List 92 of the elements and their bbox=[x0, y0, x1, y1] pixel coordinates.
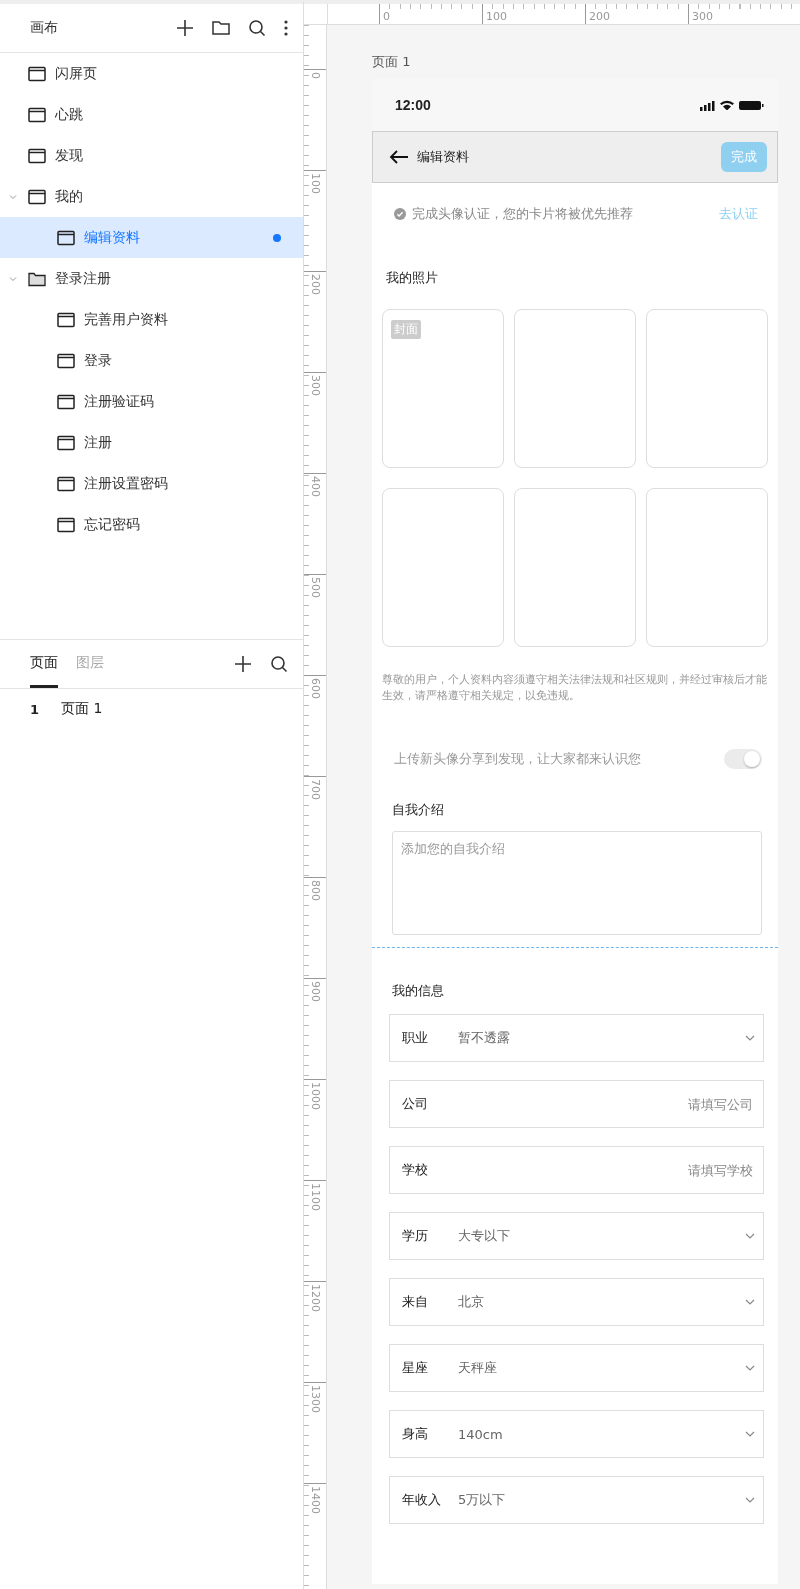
page-icon bbox=[57, 516, 75, 533]
status-time: 12:00 bbox=[395, 97, 431, 113]
page-icon bbox=[57, 393, 75, 410]
ruler-label: 1100 bbox=[309, 1183, 321, 1211]
toggle-label: 上传新头像分享到发现，让大家都来认识您 bbox=[394, 750, 641, 768]
chevron-down-icon bbox=[745, 1497, 755, 1503]
chevron-down-icon bbox=[745, 1299, 755, 1305]
wifi-icon bbox=[720, 100, 734, 110]
ruler-label: 600 bbox=[309, 678, 321, 699]
folder-icon bbox=[28, 270, 46, 287]
battery-icon bbox=[739, 100, 764, 110]
search-icon[interactable] bbox=[269, 654, 289, 674]
ruler-label: 0 bbox=[309, 72, 321, 79]
tree-item[interactable]: 心跳 bbox=[0, 94, 303, 135]
rules-text: 尊敬的用户，个人资料内容须遵守相关法律法规和社区规则，并经过审核后才能生效，请严格遵守相关规定，以免违规。 bbox=[382, 672, 768, 703]
select-field[interactable]: 学历 大专以下 bbox=[389, 1212, 764, 1260]
panel-tab[interactable]: 页面 bbox=[30, 640, 58, 688]
tree-item[interactable]: 登录注册 bbox=[0, 258, 303, 299]
check-circle-icon bbox=[394, 208, 406, 220]
section-title: 自我介绍 bbox=[391, 801, 445, 819]
status-dot bbox=[273, 233, 281, 242]
page-icon bbox=[28, 188, 46, 205]
tree-item[interactable]: 登录 bbox=[0, 340, 303, 381]
ruler-label: 200 bbox=[309, 274, 321, 295]
page-icon bbox=[57, 229, 75, 246]
more-icon[interactable] bbox=[283, 18, 289, 38]
select-field[interactable]: 星座 天秤座 bbox=[389, 1344, 764, 1392]
add-icon[interactable] bbox=[233, 654, 253, 674]
tree-item[interactable]: 完善用户资料 bbox=[0, 299, 303, 340]
chevron-down-icon bbox=[745, 1365, 755, 1371]
tree-item[interactable]: 忘记密码 bbox=[0, 504, 303, 545]
ruler-label: 700 bbox=[309, 779, 321, 800]
tree-item[interactable]: 编辑资料 bbox=[0, 217, 303, 258]
tree-item[interactable]: 注册 bbox=[0, 422, 303, 463]
ruler-label: 100 bbox=[309, 173, 321, 194]
select-field[interactable]: 身高 140cm bbox=[389, 1410, 764, 1458]
select-field[interactable]: 职业 暂不透露 bbox=[389, 1014, 764, 1062]
ruler-label: 500 bbox=[309, 577, 321, 598]
chevron-down-icon bbox=[745, 1035, 755, 1041]
field-label: 学校 bbox=[402, 1161, 429, 1179]
page-icon bbox=[28, 147, 46, 164]
page-label: 页面 1 bbox=[372, 53, 412, 71]
ruler-label: 400 bbox=[309, 476, 321, 497]
add-icon[interactable] bbox=[175, 18, 195, 38]
tree-item[interactable]: 注册验证码 bbox=[0, 381, 303, 422]
ruler-label: 300 bbox=[692, 10, 713, 24]
ruler-label: 1000 bbox=[309, 1082, 321, 1110]
tree-item[interactable]: 闪屏页 bbox=[0, 53, 303, 94]
ruler-label: 800 bbox=[309, 880, 321, 901]
tree-item[interactable]: 注册设置密码 bbox=[0, 463, 303, 504]
select-field[interactable]: 来自 北京 bbox=[389, 1278, 764, 1326]
chevron-down-icon bbox=[745, 1233, 755, 1239]
panel-title: 画布 bbox=[30, 19, 58, 37]
ruler-label: 100 bbox=[486, 10, 507, 24]
photo-slot[interactable] bbox=[514, 309, 636, 468]
section-title: 我的照片 bbox=[385, 269, 439, 287]
intro-field[interactable]: 添加您的自我介绍 bbox=[392, 831, 762, 935]
ruler-label: 1300 bbox=[309, 1385, 321, 1413]
photo-slot[interactable] bbox=[646, 309, 768, 468]
signal-icon bbox=[700, 99, 715, 111]
page-icon bbox=[57, 311, 75, 328]
ruler-label: 200 bbox=[589, 10, 610, 24]
ruler-label: 1200 bbox=[309, 1284, 321, 1312]
text-input[interactable]: 请填写公司 bbox=[458, 1095, 755, 1113]
page-number: 1 bbox=[30, 701, 40, 717]
notice-text: 完成头像认证，您的卡片将被优先推荐 bbox=[412, 205, 634, 223]
folder-icon[interactable] bbox=[211, 18, 231, 38]
page-icon bbox=[57, 434, 75, 451]
back-arrow-icon[interactable] bbox=[389, 149, 409, 165]
tree-item[interactable]: 发现 bbox=[0, 135, 303, 176]
ruler-label: 0 bbox=[383, 10, 390, 24]
section-title: 我的信息 bbox=[391, 982, 445, 1000]
text-input[interactable]: 请填写学校 bbox=[458, 1161, 755, 1179]
ruler-label: 900 bbox=[309, 981, 321, 1002]
page-icon bbox=[28, 106, 46, 123]
photo-slot[interactable] bbox=[514, 488, 636, 647]
page-icon bbox=[57, 352, 75, 369]
page-item[interactable]: 页面 1 bbox=[61, 700, 103, 718]
field-label: 公司 bbox=[402, 1095, 429, 1113]
tree-item[interactable]: 我的 bbox=[0, 176, 303, 217]
ruler-label: 1400 bbox=[309, 1486, 321, 1514]
nav-title: 编辑资料 bbox=[417, 148, 470, 166]
page-icon bbox=[28, 65, 46, 82]
ruler-label: 300 bbox=[309, 375, 321, 396]
select-field[interactable]: 年收入 5万以下 bbox=[389, 1476, 764, 1524]
search-icon[interactable] bbox=[247, 18, 267, 38]
input-field[interactable]: 公司 请填写公司 bbox=[389, 1080, 764, 1128]
input-field[interactable]: 学校 请填写学校 bbox=[389, 1146, 764, 1194]
page-icon bbox=[57, 475, 75, 492]
photo-slot[interactable] bbox=[646, 488, 768, 647]
photo-slot[interactable] bbox=[382, 488, 504, 647]
chevron-down-icon bbox=[745, 1431, 755, 1437]
